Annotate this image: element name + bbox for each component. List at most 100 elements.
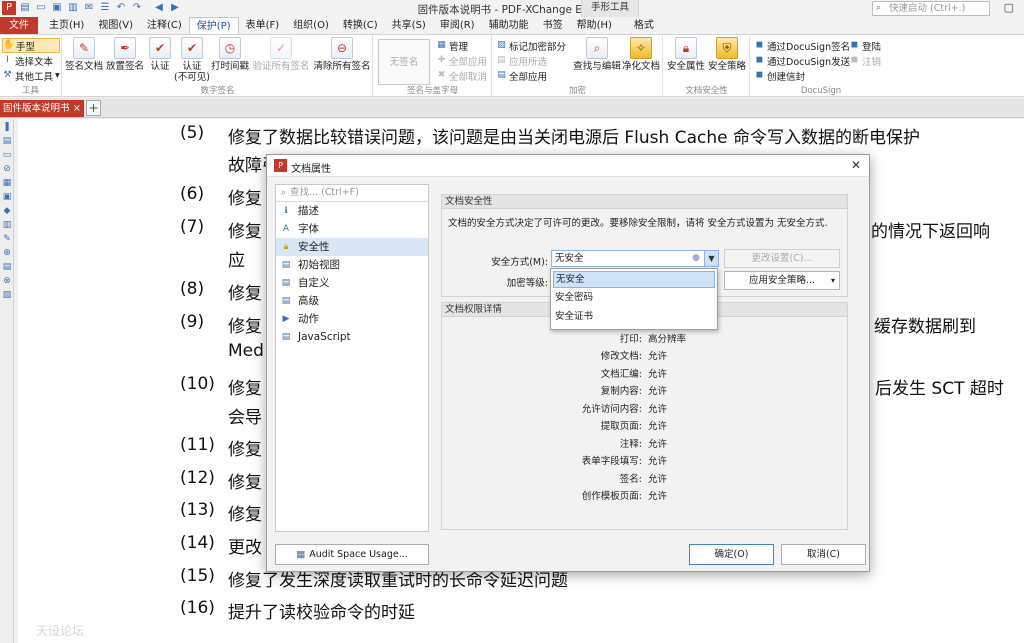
search-panel-icon[interactable]: ⊗ [2,276,12,286]
articles-icon[interactable]: ▧ [2,290,12,300]
clear-all-signatures-button[interactable]: ⊖ 清除所有签名 [312,37,372,72]
tab-format[interactable]: 格式 [627,17,661,34]
tab-form[interactable]: 表单(F) [239,17,287,34]
tab-view[interactable]: 视图(V) [91,17,140,34]
dropdown-option-certificate-security[interactable]: 安全证书 [553,309,715,326]
security-properties-button[interactable]: 🔒︎ 安全属性 [666,37,706,72]
permission-key: 打印: [619,334,642,345]
audit-space-usage-button[interactable]: ▦ Audit Space Usage... [275,544,429,565]
tab-comment[interactable]: 注释(C) [140,17,189,34]
apply-all-redactions-button[interactable]: ▤ 全部应用 [496,68,566,83]
nav-item-actions[interactable]: ▶ 动作 [276,310,428,328]
hand-tool-button[interactable]: ✋ 手型 [2,38,60,53]
close-icon[interactable]: ✕ [851,158,861,172]
tab-organize[interactable]: 组织(O) [286,17,336,34]
sanitize-label: 净化文档 [621,61,660,72]
permission-row: 复制内容: 允许 [442,383,849,400]
permission-value: 允许 [648,351,668,362]
permission-row: 表单字段填写: 允许 [442,453,849,470]
permission-value: 允许 [648,474,668,485]
apply-security-policy-button[interactable]: 应用安全策略... ▾ [724,271,840,290]
security-method-select[interactable]: 无安全 ● ▼ [551,250,719,267]
security-properties-label: 安全属性 [666,61,705,72]
unsigned-preview[interactable]: 无签名 [378,39,430,85]
permission-value: 允许 [648,386,668,397]
verify-all-signatures-button[interactable]: ✓ 验证所有签名 [251,37,311,72]
custom-icon: ▤ [281,278,291,288]
place-signature-button[interactable]: ✒ 放置签名 [105,37,145,72]
cancel-button[interactable]: 取消(C) [781,544,866,565]
destinations-icon[interactable]: ▣ [2,192,12,202]
fields-icon[interactable]: ▥ [2,220,12,230]
close-icon[interactable]: × [73,100,81,117]
mark-redaction-button[interactable]: ▨ 标记加密部分 [496,38,566,53]
manage-label: 管理 [449,41,469,53]
content-icon[interactable]: ⊕ [2,248,12,258]
tab-bookmarks[interactable]: 书签 [536,17,570,34]
line-number: (12) [180,468,215,488]
quick-launch-input[interactable]: ⌕ 快速启动 (Ctrl+.) [872,1,990,16]
permission-value: 允许 [648,421,668,432]
document-tab[interactable]: 固件版本说明书 × [0,100,84,117]
permission-value: 高分辨率 [648,334,687,345]
nav-item-label: 字体 [298,223,319,235]
manage-button[interactable]: ▦ 管理 [436,38,487,53]
nav-item-description[interactable]: ℹ 描述 [276,202,428,220]
nav-item-initial-view[interactable]: ▤ 初始视图 [276,256,428,274]
tab-accessibility[interactable]: 辅助功能 [482,17,536,34]
docusign-send-button[interactable]: ◼ 通过DocuSign发送 [754,53,850,68]
find-edit-button[interactable]: ⌕ 查找与编辑 [573,37,621,72]
nav-search-input[interactable]: ⌕ 查找... (Ctrl+F) [276,185,428,202]
initial-view-icon: ▤ [281,260,291,270]
nav-item-javascript[interactable]: ▤ JavaScript [276,328,428,346]
dropdown-option-password-security[interactable]: 安全密码 [553,290,715,307]
certify-button[interactable]: ✔ 认证 [147,37,173,72]
security-policy-button[interactable]: ⛨ 安全策略 [707,37,747,72]
tab-review[interactable]: 审阅(R) [433,17,482,34]
docusign-group: ◼ 通过DocuSign签名 ◼ 通过DocuSign发送 ◼ 创建信封 ◼ 登陆 ◼ 注… [751,35,891,97]
ok-button[interactable]: 确定(O) [689,544,774,565]
dialog-title-bar[interactable]: P 文档属性 ✕ [267,155,869,177]
dropdown-option-no-security[interactable]: 无安全 [553,271,715,288]
new-tab-button[interactable]: + [86,100,101,116]
bookmark-icon[interactable]: ❚ [2,122,12,132]
tab-protect[interactable]: 保护(P) [188,17,239,34]
line-text: 修复 [228,440,262,460]
sanitize-icon: ✧ [630,37,652,59]
layers-icon[interactable]: ▦ [2,178,12,188]
sign-document-button[interactable]: ✎ 签名文档 [65,37,103,72]
login-button[interactable]: ◼ 登陆 [849,38,881,53]
docusign-sign-button[interactable]: ◼ 通过DocuSign签名 [754,38,850,53]
timestamp-button[interactable]: ◷ 打时间戳 [211,37,249,72]
attachments-icon[interactable]: ⊘ [2,164,12,174]
pages-icon[interactable]: ▤ [2,136,12,146]
apply-all-stamps-button[interactable]: ✚ 全部应用 [436,53,487,68]
select-text-button[interactable]: I 选择文本 [2,53,60,68]
cancel-all-stamps-button[interactable]: ✖ 全部取消 [436,68,487,83]
nav-item-custom[interactable]: ▤ 自定义 [276,274,428,292]
text-cursor-icon: I [6,55,9,65]
place-signature-label: 放置签名 [105,61,144,72]
comments-icon[interactable]: ▭ [2,150,12,160]
sanitize-button[interactable]: ✧ 净化文档 [621,37,661,72]
create-envelope-button[interactable]: ◼ 创建信封 [754,68,850,83]
window-controls[interactable]: ▢ [1004,1,1014,14]
tags-icon[interactable]: ◆ [2,206,12,216]
other-tools-button[interactable]: ⚒ 其他工具 ▾ [2,68,59,83]
tab-share[interactable]: 共享(S) [385,17,433,34]
properties-icon[interactable]: ▤ [2,262,12,272]
tab-home[interactable]: 主页(H) [42,17,91,34]
lock-document-icon: 🔒︎ [675,37,697,59]
nav-item-security[interactable]: 🔒︎ 安全性 [276,238,428,256]
mark-icon: ▨ [497,40,506,50]
change-settings-button[interactable]: 更改设置(C)... [724,249,840,268]
nav-item-advanced[interactable]: ▤ 高级 [276,292,428,310]
tab-convert[interactable]: 转换(C) [336,17,385,34]
apply-selected-button[interactable]: ▤ 应用所选 [496,53,566,68]
certify-invisible-button[interactable]: ✔ 认证 (不可见) [173,37,211,83]
tab-help[interactable]: 帮助(H) [570,17,619,34]
logout-button[interactable]: ◼ 注销 [849,53,881,68]
tab-file[interactable]: 文件 [0,17,38,34]
signatures-icon[interactable]: ✎ [2,234,12,244]
nav-item-fonts[interactable]: A 字体 [276,220,428,238]
